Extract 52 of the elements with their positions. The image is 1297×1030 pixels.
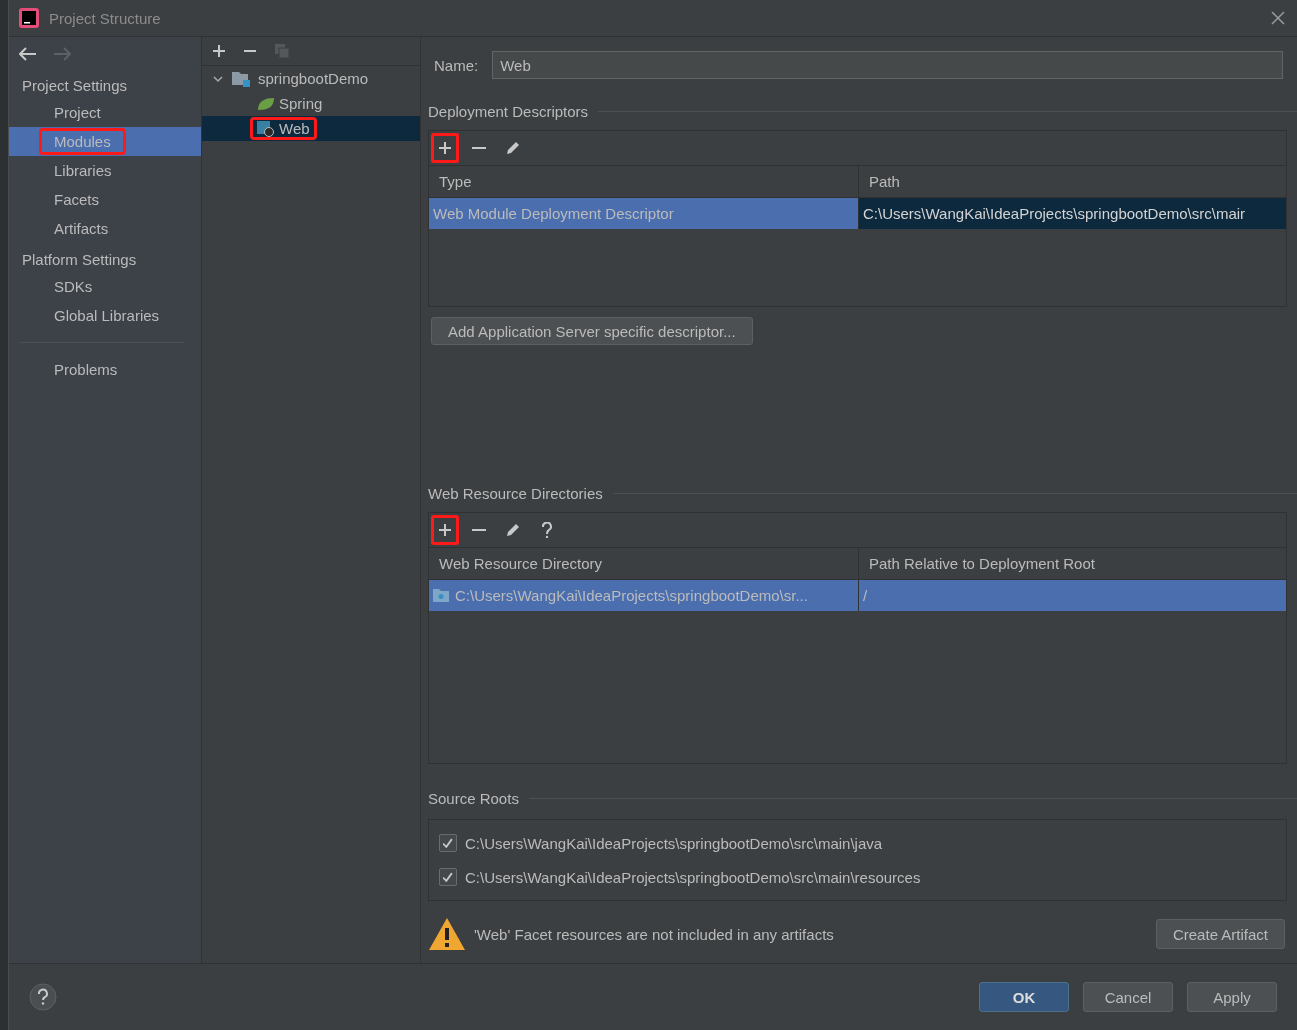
sidebar-item[interactable]: Facets xyxy=(9,185,201,214)
warning-icon xyxy=(428,917,466,951)
add-button[interactable] xyxy=(431,133,459,163)
checkbox[interactable] xyxy=(439,834,457,852)
section-heading: Platform Settings xyxy=(21,250,138,270)
column-header[interactable]: Path xyxy=(859,166,1286,197)
pencil-icon xyxy=(505,140,521,156)
sidebar-item[interactable]: SDKs xyxy=(9,272,201,301)
sidebar-item[interactable]: Project xyxy=(9,98,201,127)
help-icon xyxy=(541,522,553,538)
add-descriptor-button[interactable]: Add Application Server specific descriptor... xyxy=(431,317,753,345)
name-label: Name: xyxy=(434,56,479,74)
column-header[interactable]: Web Resource Directory xyxy=(429,548,859,579)
section-title: Web Resource Directories xyxy=(428,485,603,502)
name-field[interactable]: Web xyxy=(492,51,1283,79)
add-icon[interactable] xyxy=(212,44,226,58)
sidebar-item[interactable]: Problems xyxy=(9,355,201,384)
web-module-icon xyxy=(257,120,275,137)
section-title: Source Roots xyxy=(428,790,519,807)
tree-item[interactable]: Web xyxy=(202,116,420,141)
add-icon xyxy=(437,140,453,156)
sidebar-item[interactable]: Libraries xyxy=(9,156,201,185)
app-logo-icon xyxy=(19,8,39,28)
dialog-button[interactable]: Apply xyxy=(1187,982,1277,1012)
source-root-path: C:\Users\WangKai\IdeaProjects\springbootDemo\src\main\java xyxy=(465,834,883,852)
close-icon[interactable] xyxy=(1271,11,1285,25)
pencil-icon xyxy=(505,522,521,538)
sidebar-item[interactable]: Global Libraries xyxy=(9,301,201,330)
leaf-icon xyxy=(257,96,275,111)
tree-item[interactable]: Spring xyxy=(202,91,420,116)
help-icon[interactable] xyxy=(29,983,57,1011)
column-header[interactable]: Type xyxy=(429,166,859,197)
section-heading: Project Settings xyxy=(21,76,129,96)
source-root-path: C:\Users\WangKai\IdeaProjects\springbootDemo\src\main\resources xyxy=(465,868,921,886)
sidebar-item[interactable]: Artifacts xyxy=(9,214,201,243)
add-icon xyxy=(437,522,453,538)
section-title: Deployment Descriptors xyxy=(428,103,589,120)
tree-item[interactable]: springbootDemo xyxy=(202,66,420,91)
dialog-button[interactable]: OK xyxy=(979,982,1069,1012)
checkmark-icon xyxy=(443,872,453,882)
table-cell[interactable]: C:\Users\WangKai\IdeaProjects\springbootDemo\src\mair xyxy=(859,198,1286,229)
folder-icon xyxy=(433,589,449,602)
create-artifact-button[interactable]: Create Artifact xyxy=(1155,919,1285,949)
dialog-button[interactable]: Cancel xyxy=(1083,982,1173,1012)
checkmark-icon xyxy=(443,838,453,848)
column-header[interactable]: Path Relative to Deployment Root xyxy=(859,548,1286,579)
window-title: Project Structure xyxy=(49,9,161,27)
checkbox[interactable] xyxy=(439,868,457,886)
warning-message: 'Web' Facet resources are not included in any artifacts xyxy=(474,925,835,943)
add-button[interactable] xyxy=(431,515,459,545)
back-arrow-icon[interactable] xyxy=(19,47,37,61)
module-folder-icon xyxy=(232,70,250,87)
